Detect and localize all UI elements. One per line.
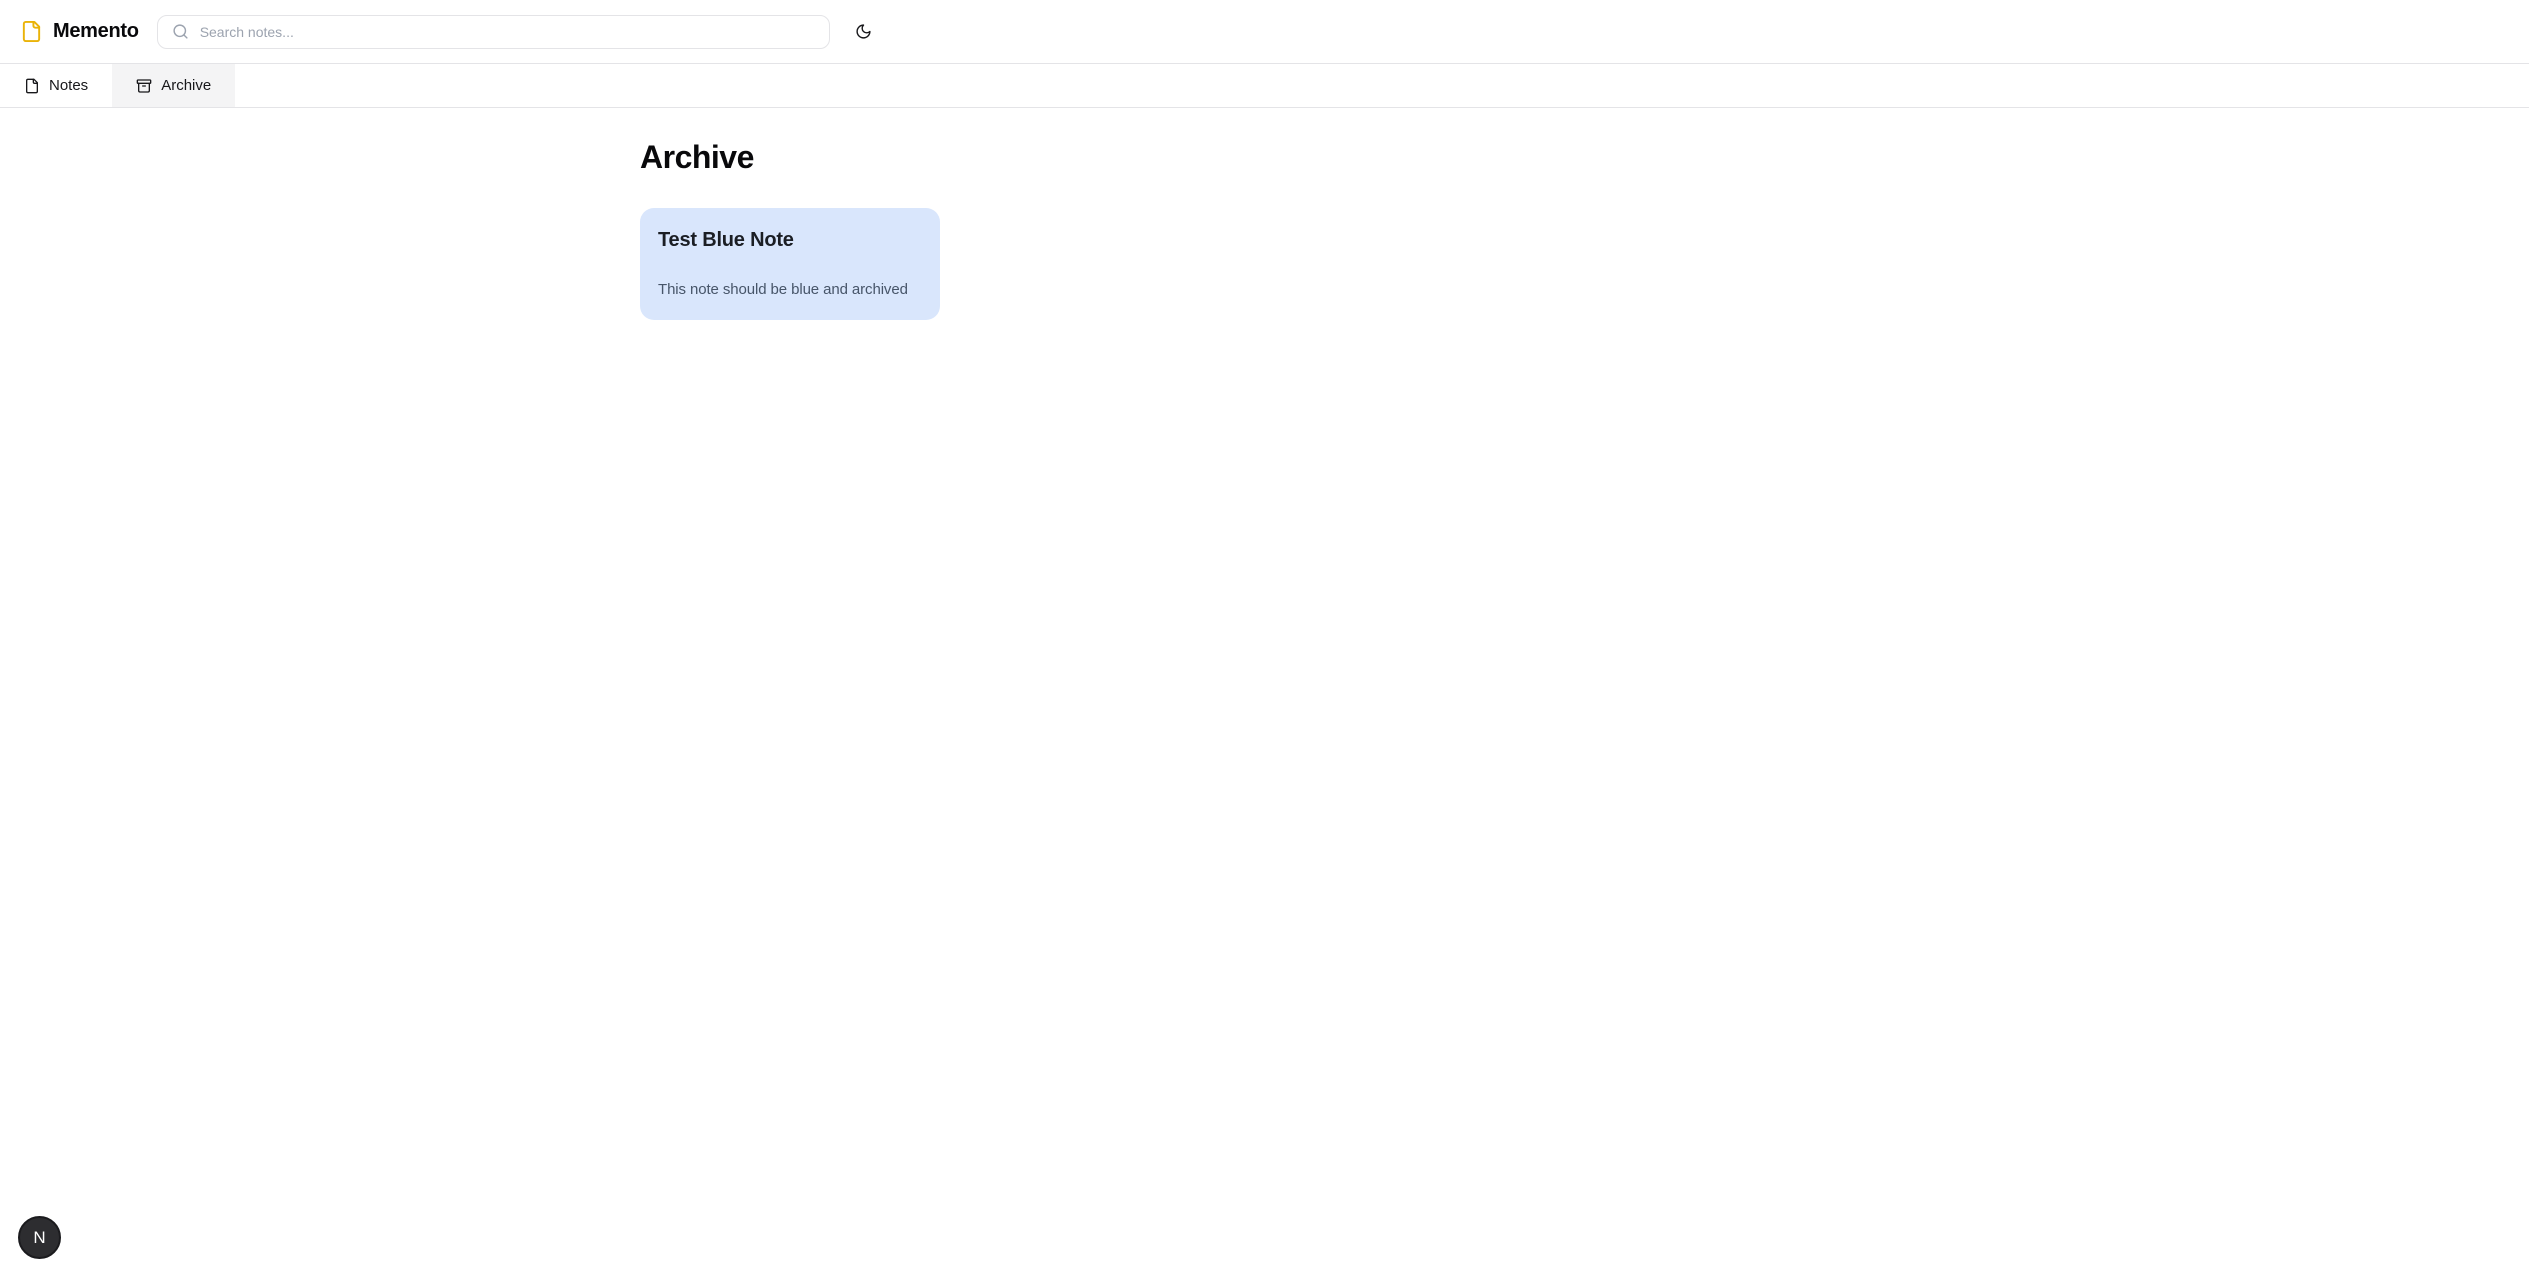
tab-bar: Notes Archive xyxy=(0,64,2529,108)
main-content: Archive Test Blue Note This note should … xyxy=(640,108,1889,320)
archive-icon xyxy=(136,78,152,94)
note-card[interactable]: Test Blue Note This note should be blue … xyxy=(640,208,940,320)
notes-grid: Test Blue Note This note should be blue … xyxy=(640,208,1889,320)
tab-notes[interactable]: Notes xyxy=(0,64,112,107)
moon-icon xyxy=(855,23,872,40)
search-input[interactable] xyxy=(200,24,815,40)
app-header: Memento xyxy=(0,0,2529,64)
page-title: Archive xyxy=(640,139,1889,176)
file-icon xyxy=(20,20,43,43)
app-title: Memento xyxy=(53,20,139,43)
note-body: This note should be blue and archived xyxy=(658,280,922,300)
dev-badge-button[interactable]: N xyxy=(18,1216,61,1259)
theme-toggle-button[interactable] xyxy=(846,14,882,50)
tab-archive[interactable]: Archive xyxy=(112,64,235,107)
file-icon xyxy=(24,78,40,94)
dev-badge-label: N xyxy=(33,1228,45,1248)
tab-label: Notes xyxy=(49,77,88,94)
tab-label: Archive xyxy=(161,77,211,94)
search-box xyxy=(157,15,830,49)
note-title: Test Blue Note xyxy=(658,228,922,253)
search-icon xyxy=(172,23,189,40)
